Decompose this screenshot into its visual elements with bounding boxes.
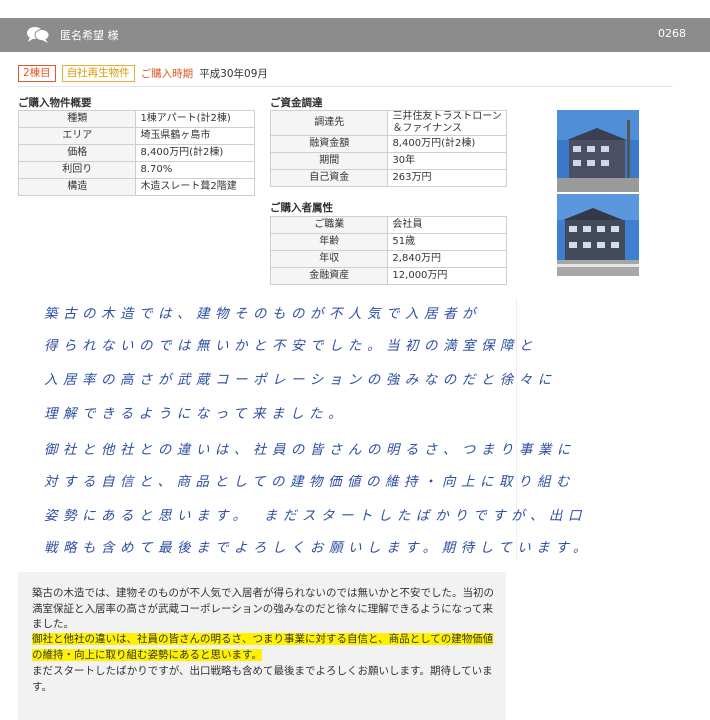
row-label: 調達先 [269, 110, 389, 136]
row-value: 30年 [387, 152, 507, 170]
table-row: 金融資産 12,000万円 [269, 267, 507, 285]
table-row: 種類 1棟アパート(計2棟) [17, 110, 255, 128]
funding-title: ご資金調達 [270, 97, 323, 109]
building-count-tag: 2棟目 [18, 65, 56, 82]
row-label: 融資金額 [269, 135, 389, 153]
table-row: 利回り 8.70% [17, 161, 255, 179]
row-value: 埼玉県鶴ヶ島市 [135, 127, 255, 145]
row-label: 期間 [269, 152, 389, 170]
row-value: 会社員 [387, 216, 507, 234]
row-label: 金融資産 [269, 267, 389, 285]
row-value: 12,000万円 [387, 267, 507, 285]
property-photo-2 [557, 194, 639, 276]
transcript-paragraph-3: まだスタートしたばかりですが、出口戦略も含めて最後までよろしくお願いします。期待… [32, 665, 493, 693]
divider [18, 86, 673, 87]
row-label: 構造 [17, 178, 137, 196]
row-label: 年齢 [269, 233, 389, 251]
table-row: 年収 2,840万円 [269, 250, 507, 268]
row-label: 自己資金 [269, 169, 389, 187]
row-label: 種類 [17, 110, 137, 128]
table-row: 自己資金 263万円 [269, 169, 507, 187]
testimonial-number: 0268 [658, 27, 686, 40]
row-value: 8,400万円(計2棟) [135, 144, 255, 162]
table-row: 融資金額 8,400万円(計2棟) [269, 135, 507, 153]
buyer-attributes-title: ご購入者属性 [270, 202, 333, 214]
property-type-tag: 自社再生物件 [61, 65, 135, 82]
table-row: 構造 木造スレート葺2階建 [17, 178, 255, 196]
testimonial-header: 匿名希望 様 0268 [0, 18, 710, 52]
chat-bubbles-icon [27, 27, 50, 43]
row-value: 木造スレート葺2階建 [135, 178, 255, 196]
transcript-paragraph-1: 築古の木造では、建物そのものが不人気で入居者が得られないのでは無いかと不安でした… [32, 587, 494, 630]
letter-line: 戦略も含めて最後までよろしくお願いします。期待しています。 [44, 540, 592, 556]
row-value: 8,400万円(計2棟) [387, 135, 507, 153]
row-value: 263万円 [387, 169, 507, 187]
row-label: 年収 [269, 250, 389, 268]
letter-line: 姿勢にあると思います。 まだスタートしたばかりですが、出口 [44, 508, 587, 524]
customer-name: 匿名希望 様 [60, 29, 119, 42]
row-label: エリア [17, 127, 137, 145]
purchase-date-label: ご購入時期 [140, 68, 194, 80]
row-label: 価格 [17, 144, 137, 162]
buyer-attributes-table: ご職業 会社員 年齢 51歳 年収 2,840万円 金融資産 12,000万円 [269, 216, 507, 285]
table-row: ご職業 会社員 [269, 216, 507, 234]
purchase-date-value: 平成30年09月 [199, 68, 268, 80]
handwritten-letter: 築古の木造では、建物そのものが不人気で入居者が 得られないのでは無いかと不安でし… [18, 298, 586, 560]
row-label: 利回り [17, 161, 137, 179]
row-value: 2,840万円 [387, 250, 507, 268]
table-row: 調達先 三井住友トラストローン＆ファイナンス [269, 110, 507, 136]
letter-line: 対する自信と、商品としての建物価値の維持・向上に取り組む [44, 474, 576, 490]
property-summary-title: ご購入物件概要 [18, 97, 92, 109]
table-row: 価格 8,400万円(計2棟) [17, 144, 255, 162]
letter-line: 理解できるようになって来ました。 [44, 406, 348, 422]
row-value: 1棟アパート(計2棟) [135, 110, 255, 128]
table-row: エリア 埼玉県鶴ヶ島市 [17, 127, 255, 145]
row-value: 51歳 [387, 233, 507, 251]
letter-line: 得られないのでは無いかと不安でした。当初の満室保障と [44, 338, 538, 354]
row-value: 三井住友トラストローン＆ファイナンス [387, 110, 507, 136]
row-label: ご職業 [269, 216, 389, 234]
letter-line: 御社と他社との違いは、社員の皆さんの明るさ、つまり事業に [44, 442, 576, 458]
tag-row: 2棟目 自社再生物件 ご購入時期 平成30年09月 [18, 65, 268, 82]
row-value: 8.70% [135, 161, 255, 179]
transcript-paragraph-2: 御社と他社の違いは、社員の皆さんの明るさ、つまり事業に対する自信と、商品としての… [32, 632, 498, 663]
letter-line: 築古の木造では、建物そのものが不人気で入居者が [44, 306, 481, 322]
table-row: 年齢 51歳 [269, 233, 507, 251]
table-row: 期間 30年 [269, 152, 507, 170]
property-photo-1 [557, 110, 639, 192]
letter-transcript: 築古の木造では、建物そのものが不人気で入居者が得られないのでは無いかと不安でした… [18, 572, 506, 720]
property-summary-table: 種類 1棟アパート(計2棟) エリア 埼玉県鶴ヶ島市 価格 8,400万円(計2棟) 利回り… [17, 110, 255, 196]
funding-table: 調達先 三井住友トラストローン＆ファイナンス 融資金額 8,400万円(計2棟) 期間 3… [269, 110, 507, 187]
highlighted-text: 御社と他社の違いは、社員の皆さんの明るさ、つまり事業に対する自信と、商品としての… [32, 633, 494, 661]
letter-line: 入居率の高さが武蔵コーポレーションの強みなのだと徐々に [44, 372, 557, 388]
